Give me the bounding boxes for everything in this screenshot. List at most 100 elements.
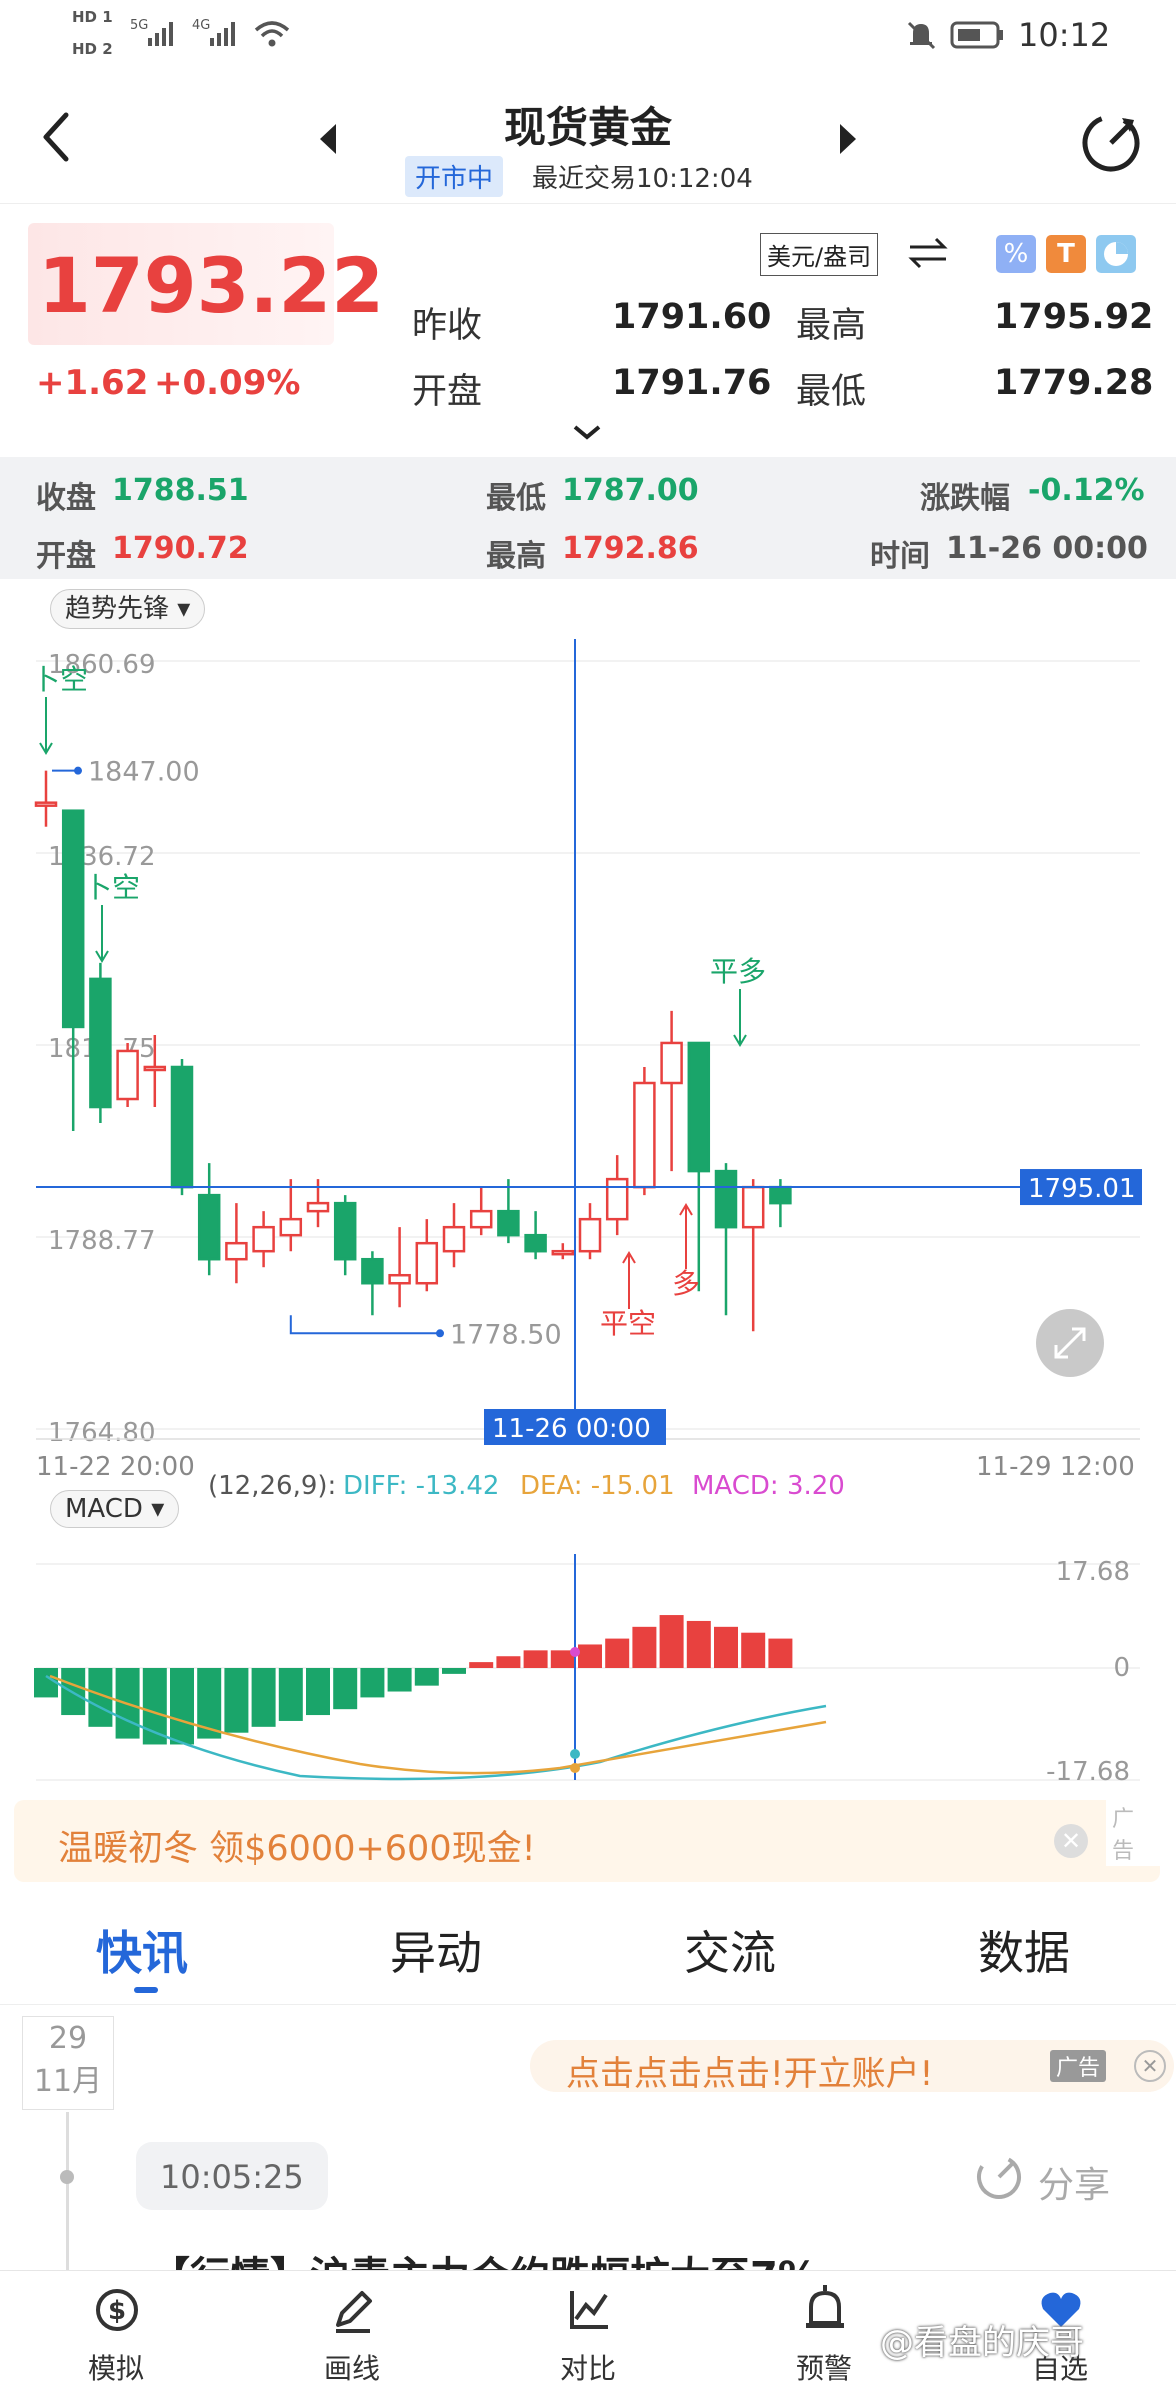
macd-bar — [278, 1668, 303, 1721]
macd-tick-label: -17.68 — [1046, 1757, 1130, 1787]
back-icon[interactable] — [40, 110, 74, 164]
banner-text[interactable]: 温暖初冬 领$6000+600现金! — [58, 1820, 536, 1871]
nav-simulate[interactable]: $ 模拟 — [46, 2271, 186, 2401]
candle-body — [388, 1273, 411, 1285]
candle-body — [769, 1185, 792, 1205]
kline-svg[interactable]: 1860.691836.721812.751788.771764.801795.… — [0, 579, 1176, 1489]
candle-info-bar: 收盘 1788.51 最低 1787.00 涨跌幅 -0.12% 开盘 1790… — [0, 457, 1176, 579]
max-marker-dot — [74, 766, 82, 775]
tab-discuss[interactable]: 交流 — [684, 1917, 776, 1983]
share-label[interactable]: 分享 — [1038, 2156, 1110, 2208]
dea-cross-dot — [570, 1763, 580, 1773]
candle-body — [741, 1185, 765, 1229]
candle-body — [361, 1257, 384, 1285]
pie-icon[interactable] — [1096, 235, 1136, 273]
x-end-label: 11-29 12:00 — [976, 1452, 1135, 1482]
nav-compare-label: 对比 — [559, 2352, 616, 2385]
candle-change-label: 涨跌幅 — [920, 481, 1010, 516]
signal-label: 平空 — [600, 1307, 656, 1340]
candle-body — [497, 1209, 520, 1237]
diff-cross-dot — [570, 1749, 580, 1759]
crosshair-time: 11-26 00:00 — [492, 1414, 651, 1444]
macd-chart[interactable]: (12,26,9): DIFF: -13.42 DEA: -15.01 MACD: 3… — [0, 1471, 1176, 1794]
pen-icon — [336, 2291, 372, 2333]
promo-close-icon[interactable]: ✕ — [1134, 2050, 1166, 2082]
account-promo-text[interactable]: 点击点击点击!开立账户! — [566, 2046, 933, 2095]
macd-bar — [414, 1668, 439, 1686]
macd-bar — [360, 1668, 385, 1698]
t-icon[interactable]: T — [1046, 235, 1086, 273]
banner-close-icon[interactable]: ✕ — [1054, 1824, 1088, 1858]
signal-arrow — [95, 905, 109, 963]
page-title: 现货黄金 — [503, 103, 672, 152]
candle-body — [225, 1241, 248, 1261]
svg-text:$: $ — [108, 2296, 126, 2326]
signal-arrow — [39, 697, 53, 755]
percent-icon[interactable]: % — [996, 235, 1036, 273]
watermark: @看盘的庆哥 — [880, 2323, 1084, 2363]
candle-close-label: 收盘 — [36, 481, 96, 516]
status-bar: HD 1 HD 2 5G 4G 10:12 — [0, 0, 1176, 74]
hd1-indicator: HD 1 — [72, 8, 113, 26]
candle-body — [442, 1225, 466, 1253]
macd-select[interactable]: MACD ▾ — [50, 1490, 180, 1528]
candle-low-label: 最低 — [486, 481, 546, 516]
signal-arrow — [733, 989, 747, 1047]
candle-body — [279, 1217, 303, 1237]
min-marker-line — [289, 1315, 440, 1335]
macd-bar — [306, 1668, 330, 1716]
signal-icon — [148, 22, 173, 46]
low-value: 1779.28 — [994, 363, 1154, 403]
account-promo-ad: 广告 — [1050, 2050, 1107, 2082]
high-label: 最高 — [796, 306, 867, 346]
low-label: 最低 — [796, 372, 867, 412]
y-tick-label: 1788.77 — [48, 1226, 156, 1256]
macd-bar — [333, 1668, 358, 1710]
macd-bar — [224, 1668, 249, 1733]
news-time-chip: 10:05:25 — [136, 2142, 328, 2210]
signal-label: 卜空 — [32, 663, 88, 696]
y-tick-label: 1764.80 — [48, 1418, 156, 1448]
macd-bar — [469, 1662, 494, 1668]
candle-body — [469, 1209, 493, 1229]
macd-bar — [605, 1638, 630, 1668]
macd-bar — [442, 1668, 466, 1674]
signal-label: 卜空 — [84, 871, 140, 904]
last-trade-time: 最近交易10:12:04 — [532, 164, 753, 194]
high-value: 1795.92 — [994, 297, 1154, 337]
candle-body — [578, 1217, 602, 1253]
candle-low: 1787.00 — [562, 473, 699, 508]
price-change-pct: +0.09% — [154, 363, 301, 403]
min-label: 1778.50 — [450, 1319, 562, 1350]
signal-label: 多 — [672, 1267, 700, 1300]
mute-bell-icon — [907, 21, 936, 50]
candle-open: 1790.72 — [112, 531, 249, 566]
timeline-line — [66, 2112, 69, 2272]
candle-body — [61, 809, 85, 1029]
compare-chart-icon — [570, 2291, 608, 2329]
nav-compare[interactable]: 对比 — [518, 2271, 658, 2401]
expand-chevron-icon[interactable] — [572, 423, 602, 441]
news-headline[interactable]: 【行情】沪青主力合约跌幅扩大至7% — [150, 2244, 818, 2270]
timeline-dot — [60, 2170, 74, 2184]
macd-bar — [170, 1668, 194, 1745]
nav-alert[interactable]: 预警 — [754, 2271, 894, 2401]
promo-banner[interactable]: 温暖初冬 领$6000+600现金! ✕ 广告 — [14, 1800, 1160, 1882]
macd-value: MACD: 3.20 — [692, 1471, 845, 1501]
macd-bar — [741, 1632, 766, 1668]
unit-selector[interactable]: 美元/盎司 — [760, 233, 879, 276]
news-headline-clip: 【行情】沪青主力合约跌幅扩大至7% — [150, 2244, 1050, 2270]
tab-indicator — [134, 1987, 158, 1993]
kline-chart-area[interactable]: 趋势先锋 ▾ 1860.691836.721812.751788.771764.… — [0, 579, 1176, 1528]
swap-icon[interactable] — [906, 233, 950, 273]
tab-movers[interactable]: 异动 — [390, 1917, 482, 1983]
refresh-icon[interactable] — [1078, 108, 1144, 174]
tab-flash[interactable]: 快讯 — [96, 1917, 188, 1983]
share-icon[interactable] — [974, 2152, 1024, 2202]
tab-data[interactable]: 数据 — [978, 1917, 1070, 1983]
next-symbol-icon[interactable] — [836, 122, 858, 156]
candle-body — [252, 1225, 275, 1253]
nav-draw[interactable]: 画线 — [282, 2271, 422, 2401]
prev-symbol-icon[interactable] — [318, 122, 340, 156]
account-promo[interactable]: 点击点击点击!开立账户! 广告 ✕ — [530, 2040, 1174, 2095]
